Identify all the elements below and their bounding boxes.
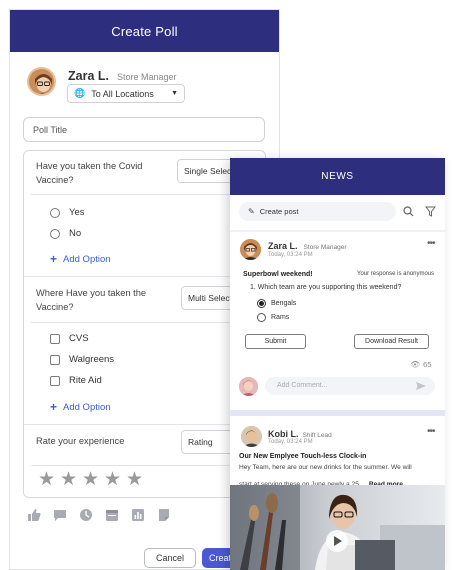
play-video-icon[interactable] [326, 530, 348, 552]
avatar [241, 426, 262, 447]
post-author-role: Store Manager [303, 244, 347, 251]
news-header: NEWS [230, 158, 445, 195]
cancel-button[interactable]: Cancel [144, 548, 196, 568]
avatar [27, 67, 56, 96]
poll-option-label: Bengals [271, 300, 297, 307]
post-body: Hey Team, here are our new drinks for th… [239, 464, 412, 471]
comment-placeholder: Add Comment... [277, 382, 328, 389]
star-icon[interactable]: ★ [60, 470, 77, 489]
option-row[interactable]: CVS [50, 333, 89, 344]
eye-icon: 👁 [410, 360, 421, 369]
post-time: Today, 03:24 PM [268, 252, 313, 258]
option-row[interactable]: Walgreens [50, 354, 114, 365]
create-poll-header: Create Poll [10, 10, 279, 52]
author-role: Store Manager [117, 72, 177, 82]
plus-icon: + [50, 252, 58, 266]
star-icon[interactable]: ★ [126, 470, 143, 489]
create-post-button[interactable]: ✎ Create post [239, 202, 396, 221]
star-icon[interactable]: ★ [82, 470, 99, 489]
views-counter: 👁 65 [410, 360, 432, 369]
thumbs-up-icon[interactable] [27, 508, 41, 522]
more-options-icon[interactable]: ••• [427, 238, 435, 249]
radio-selected[interactable] [257, 299, 266, 308]
question-2-text: Where Have you taken the Vaccine? [36, 288, 147, 312]
post-author: Zara L. [268, 241, 298, 251]
more-options-icon[interactable]: ••• [427, 426, 435, 437]
divider [31, 194, 259, 195]
create-poll-title: Create Poll [111, 23, 178, 39]
star-icon[interactable]: ★ [104, 470, 121, 489]
poll-title-input[interactable]: Poll Title [23, 117, 265, 142]
post-author-role: Shift Lead [302, 432, 332, 439]
views-count: 65 [423, 360, 432, 369]
plus-icon: + [50, 400, 58, 414]
post-image[interactable] [230, 485, 445, 570]
poll-title-placeholder: Poll Title [33, 125, 68, 135]
question-3-text: Rate your experience [36, 436, 125, 446]
document-icon[interactable] [157, 508, 171, 522]
news-panel: NEWS ✎ Create post Zara L. Store Manager… [230, 158, 445, 570]
option-row[interactable]: Yes [50, 207, 85, 218]
avatar [239, 377, 258, 396]
checkbox[interactable] [50, 354, 60, 365]
checkbox[interactable] [50, 375, 60, 386]
post-heading: Superbowl weekend! [243, 271, 313, 278]
question-1-type-value: Single Select [184, 166, 234, 176]
download-result-button[interactable]: Download Result [354, 334, 429, 349]
star-icon[interactable]: ★ [38, 470, 55, 489]
anonymous-note: Your response is anonymous [357, 271, 435, 277]
news-title: NEWS [321, 171, 354, 182]
add-option-button[interactable]: + Add Option [50, 252, 111, 266]
calendar-icon[interactable] [105, 508, 119, 522]
add-option-label: Add Option [63, 401, 111, 413]
post-time: Today, 03:24 PM [268, 439, 313, 445]
radio-button[interactable] [50, 207, 60, 218]
edit-icon: ✎ [248, 207, 255, 216]
option-row[interactable]: Rite Aid [50, 375, 102, 386]
search-icon[interactable] [403, 206, 414, 217]
add-option-button[interactable]: + Add Option [50, 400, 111, 414]
globe-icon: 🌐 [74, 88, 86, 98]
send-icon[interactable] [416, 381, 426, 391]
download-result-label: Download Result [365, 338, 418, 345]
submit-button[interactable]: Submit [245, 334, 306, 349]
cancel-label: Cancel [155, 553, 184, 563]
poll-option-label: Rams [271, 314, 290, 321]
filter-icon[interactable] [425, 206, 436, 217]
avatar [240, 239, 261, 260]
clock-icon[interactable] [79, 508, 93, 522]
create-post-label: Create post [259, 207, 299, 216]
option-label: CVS [69, 333, 89, 344]
add-option-label: Add Option [63, 253, 111, 265]
radio-button[interactable] [50, 228, 60, 239]
author-name: Zara L. [68, 69, 109, 83]
comment-input[interactable]: Add Comment... [265, 377, 435, 395]
post-headline: Our New Emplyee Touch-less Clock-in [239, 453, 367, 460]
option-label: Rite Aid [69, 375, 102, 386]
radio-button[interactable] [257, 313, 266, 322]
poll-option[interactable]: Bengals [257, 299, 296, 308]
option-label: Yes [69, 207, 85, 218]
audience-dropdown[interactable]: 🌐 To All Locations ▼ [67, 84, 185, 103]
poll-option[interactable]: Rams [257, 313, 289, 322]
option-label: Walgreens [69, 354, 115, 365]
post-author: Kobi L. [268, 429, 299, 439]
divider [31, 322, 259, 323]
option-label: No [69, 228, 82, 239]
comment-icon[interactable] [53, 508, 67, 522]
audience-selected: To All Locations [91, 88, 154, 99]
caret-down-icon: ▼ [171, 90, 178, 97]
divider [31, 465, 259, 466]
checkbox[interactable] [50, 333, 60, 344]
poll-question: 1. Which team are you supporting this we… [250, 284, 402, 291]
question-3-type-value: Rating [188, 437, 213, 447]
submit-label: Submit [264, 338, 287, 345]
chart-icon[interactable] [131, 508, 145, 522]
option-row[interactable]: No [50, 228, 81, 239]
question-1-text: Have you taken the Covid Vaccine? [36, 161, 143, 185]
question-2-type-value: Multi Select [188, 293, 232, 303]
